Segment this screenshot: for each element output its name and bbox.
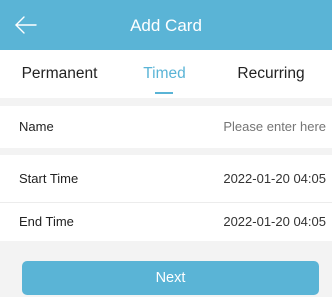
name-row: Name [0,106,332,148]
tab-permanent[interactable]: Permanent [0,50,119,98]
start-time-row[interactable]: Start Time 2022-01-20 04:05 [0,155,332,202]
tab-timed[interactable]: Timed [119,50,210,98]
tab-recurring[interactable]: Recurring [210,50,332,98]
start-time-label: Start Time [19,171,79,186]
next-button[interactable]: Next [22,261,319,295]
start-time-value[interactable]: 2022-01-20 04:05 [223,155,326,202]
app-header: Add Card [0,0,332,50]
name-label: Name [19,119,54,134]
active-tab-indicator [155,92,173,94]
end-time-value[interactable]: 2022-01-20 04:05 [223,203,326,240]
card-type-tabs: Permanent Timed Recurring [0,50,332,98]
end-time-row[interactable]: End Time 2022-01-20 04:05 [0,203,332,241]
name-input[interactable] [166,106,326,148]
page-title: Add Card [130,16,202,35]
end-time-label: End Time [19,214,74,229]
